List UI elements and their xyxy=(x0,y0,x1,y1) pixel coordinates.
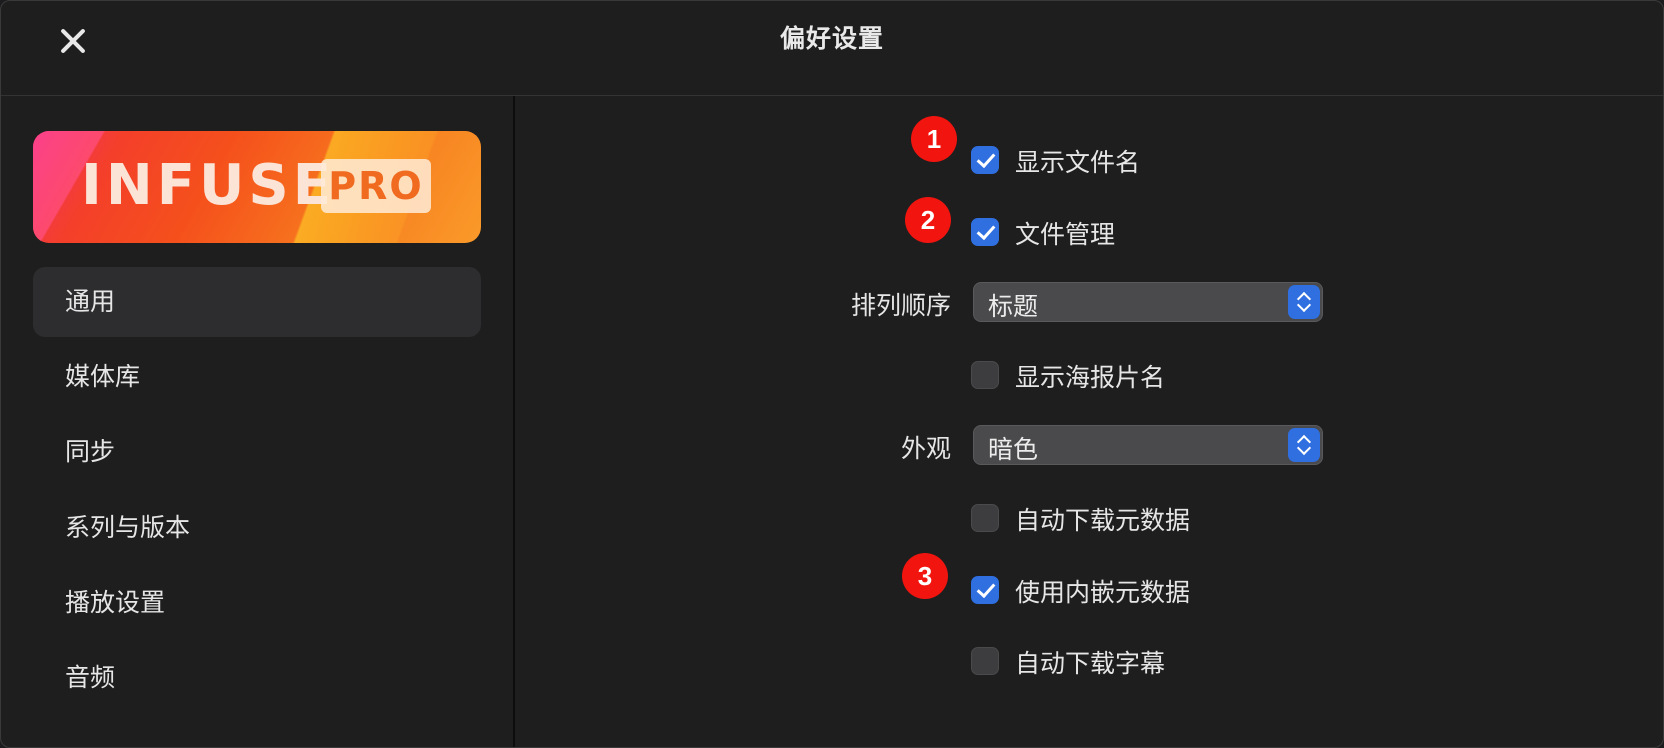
appearance-select[interactable]: 暗色 xyxy=(973,425,1323,465)
show-poster-titles-label: 显示海报片名 xyxy=(1015,363,1166,392)
sidebar-item-general[interactable]: 通用 xyxy=(33,267,481,337)
file-management-checkbox[interactable] xyxy=(971,218,999,246)
sidebar-item-audio[interactable]: 音频 xyxy=(33,643,481,713)
sidebar: INFUSE PRO 通用 媒体库 同步 系列与版本 播放设置 音频 xyxy=(1,96,515,747)
auto-download-subtitles-checkbox[interactable] xyxy=(971,647,999,675)
appearance-label: 外观 xyxy=(900,434,951,463)
sidebar-item-series-versions[interactable]: 系列与版本 xyxy=(33,493,481,563)
settings-panel: 显示文件名 文件管理 排列顺序 标题 显示海报片名 外观 暗色 自动下载元数据 … xyxy=(515,96,1663,747)
setting-row-use-embedded-metadata: 使用内嵌元数据 xyxy=(515,571,1663,611)
sort-order-select[interactable]: 标题 xyxy=(973,282,1323,322)
appearance-value: 暗色 xyxy=(988,435,1039,464)
setting-row-auto-download-metadata: 自动下载元数据 xyxy=(515,499,1663,539)
auto-download-metadata-checkbox[interactable] xyxy=(971,504,999,532)
chevron-up-down-icon xyxy=(1288,285,1320,319)
setting-row-file-management: 文件管理 xyxy=(515,213,1663,253)
use-embedded-metadata-label: 使用内嵌元数据 xyxy=(1015,578,1191,607)
logo-text: INFUSE xyxy=(81,153,336,218)
show-filename-checkbox[interactable] xyxy=(971,146,999,174)
file-management-label: 文件管理 xyxy=(1015,220,1116,249)
setting-row-show-poster-titles: 显示海报片名 xyxy=(515,356,1663,396)
sidebar-item-library[interactable]: 媒体库 xyxy=(33,342,481,412)
show-poster-titles-checkbox[interactable] xyxy=(971,361,999,389)
preferences-window: 偏好设置 INFUSE PRO 通用 媒体库 同步 系列与版本 播放设置 音频 … xyxy=(0,0,1664,748)
sidebar-item-sync[interactable]: 同步 xyxy=(33,417,481,487)
infuse-pro-logo: INFUSE PRO xyxy=(33,131,481,243)
chevron-up-down-icon xyxy=(1288,428,1320,462)
show-filename-label: 显示文件名 xyxy=(1015,148,1141,177)
use-embedded-metadata-checkbox[interactable] xyxy=(971,576,999,604)
setting-row-appearance: 外观 暗色 xyxy=(515,425,1663,467)
auto-download-subtitles-label: 自动下载字幕 xyxy=(1015,649,1166,678)
sort-order-label: 排列顺序 xyxy=(850,291,951,320)
auto-download-metadata-label: 自动下载元数据 xyxy=(1015,506,1191,535)
window-title: 偏好设置 xyxy=(779,24,884,53)
annotation-badge-3: 3 xyxy=(902,553,948,599)
setting-row-auto-download-subtitles: 自动下载字幕 xyxy=(515,642,1663,682)
setting-row-sort-order: 排列顺序 标题 xyxy=(515,282,1663,324)
annotation-badge-1: 1 xyxy=(911,116,957,162)
annotation-badge-2: 2 xyxy=(905,197,951,243)
sort-order-value: 标题 xyxy=(988,292,1039,321)
sidebar-item-playback[interactable]: 播放设置 xyxy=(33,568,481,638)
title-bar: 偏好设置 xyxy=(1,1,1663,96)
logo-pro-badge: PRO xyxy=(321,159,431,213)
setting-row-show-filename: 显示文件名 xyxy=(515,141,1663,181)
